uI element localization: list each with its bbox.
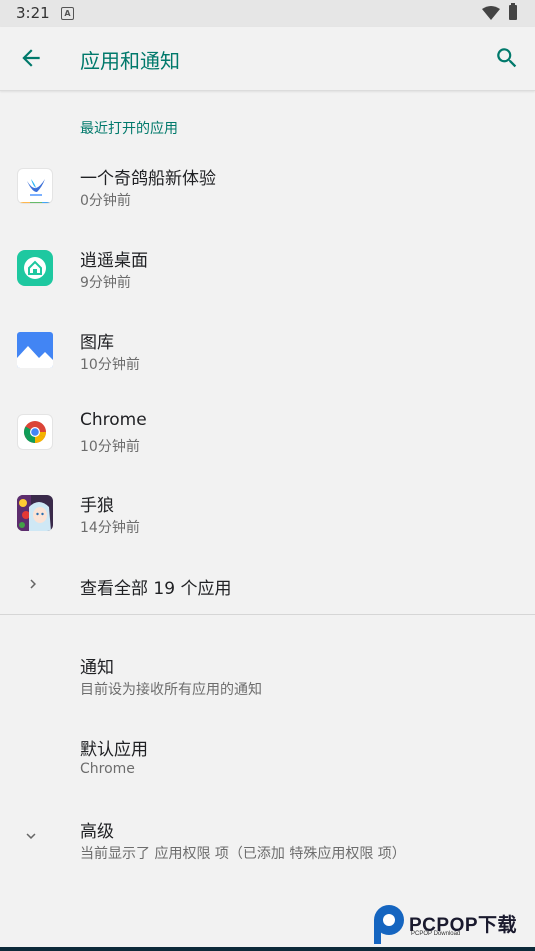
- game-character-icon: [17, 495, 53, 531]
- app-last-used: 10分钟前: [80, 357, 140, 373]
- section-divider: [0, 614, 535, 615]
- app-name: 一个奇鸽船新体验: [80, 169, 216, 189]
- recent-app-item[interactable]: 一个奇鸽船新体验 0分钟前: [0, 150, 535, 228]
- setting-title: 默认应用: [80, 740, 148, 760]
- bottom-bar: [0, 947, 535, 951]
- home-launcher-icon: [17, 250, 53, 286]
- see-all-label: 查看全部 19 个应用: [80, 579, 232, 599]
- notifications-setting[interactable]: 通知 目前设为接收所有应用的通知: [0, 643, 535, 713]
- app-last-used: 10分钟前: [80, 439, 140, 455]
- search-icon[interactable]: [494, 45, 520, 71]
- gallery-icon: [17, 332, 53, 368]
- page-title: 应用和通知: [80, 49, 180, 73]
- status-time: 3:21: [16, 4, 50, 22]
- watermark-sub: PCPOP Download: [411, 931, 461, 937]
- recent-app-item[interactable]: 图库 10分钟前: [0, 314, 535, 392]
- chrome-icon: [17, 414, 53, 450]
- recent-app-item[interactable]: 手狼 14分钟前: [0, 477, 535, 555]
- battery-icon: [509, 3, 517, 20]
- app-bar: 应用和通知: [0, 27, 535, 91]
- notification-icon: A: [61, 7, 74, 20]
- setting-title: 通知: [80, 658, 114, 678]
- setting-summary: 当前显示了 应用权限 项（已添加 特殊应用权限 项）: [80, 846, 406, 862]
- wifi-icon: [482, 6, 500, 20]
- app-name: 手狼: [80, 496, 114, 516]
- pcpop-logo-icon: [374, 905, 404, 944]
- app-name: 图库: [80, 333, 114, 353]
- bird-app-icon: [17, 168, 53, 204]
- back-arrow-icon[interactable]: [18, 45, 44, 71]
- advanced-setting[interactable]: 高级 当前显示了 应用权限 项（已添加 特殊应用权限 项）: [0, 807, 535, 877]
- setting-summary: 目前设为接收所有应用的通知: [80, 682, 262, 698]
- recent-app-item[interactable]: Chrome 10分钟前: [0, 396, 535, 474]
- app-last-used: 14分钟前: [80, 520, 140, 536]
- chevron-down-icon: [26, 833, 36, 839]
- chevron-right-icon: [30, 579, 36, 589]
- status-bar: 3:21 A: [0, 0, 535, 27]
- default-apps-setting[interactable]: 默认应用 Chrome: [0, 725, 535, 795]
- app-name: Chrome: [80, 410, 147, 430]
- setting-title: 高级: [80, 822, 114, 842]
- recent-apps-header: 最近打开的应用: [80, 121, 178, 137]
- setting-summary: Chrome: [80, 761, 135, 777]
- watermark: PCPOP下载 PCPOP Download: [371, 904, 533, 946]
- app-last-used: 0分钟前: [80, 193, 131, 209]
- see-all-apps-button[interactable]: 查看全部 19 个应用: [0, 563, 535, 607]
- recent-app-item[interactable]: 逍遥桌面 9分钟前: [0, 232, 535, 310]
- app-name: 逍遥桌面: [80, 251, 148, 271]
- app-last-used: 9分钟前: [80, 275, 131, 291]
